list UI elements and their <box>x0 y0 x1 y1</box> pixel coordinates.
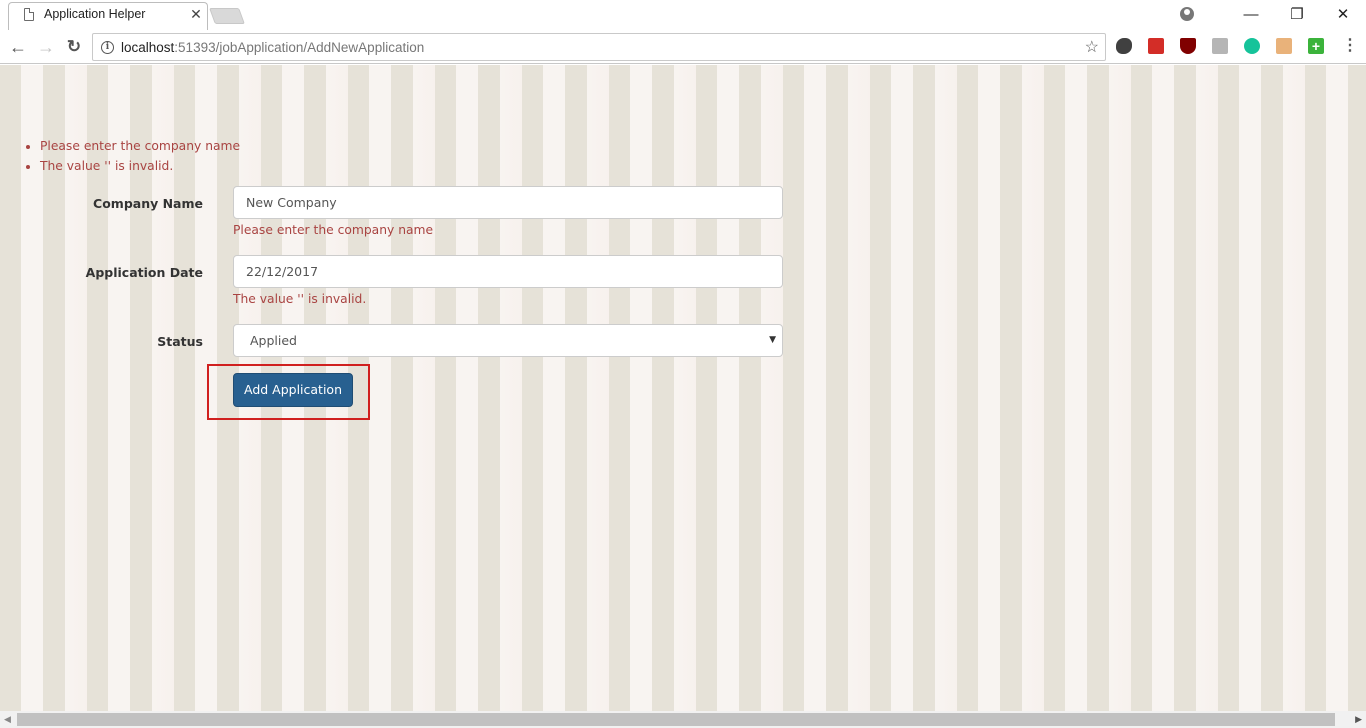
back-arrow-icon[interactable]: ← <box>6 35 30 59</box>
application-date-value: 22/12/2017 <box>246 264 319 279</box>
grey-extension-icon[interactable] <box>1212 38 1228 54</box>
horizontal-scrollbar[interactable]: ◀ ▶ <box>0 711 1366 728</box>
reload-icon[interactable]: ↻ <box>62 35 86 59</box>
status-select[interactable]: Applied ▼ <box>233 324 783 357</box>
scroll-left-arrow-icon[interactable]: ◀ <box>4 714 11 725</box>
validation-summary: Please enter the company name The value … <box>40 138 240 178</box>
url-host: localhost <box>121 39 175 55</box>
grammarly-icon[interactable] <box>1244 38 1260 54</box>
page-icon <box>24 7 34 21</box>
browser-tab-content[interactable]: Application Helper ✕ <box>24 0 204 28</box>
company-name-error: Please enter the company name <box>233 223 434 237</box>
url-path: :51393/jobApplication/AddNewApplication <box>174 39 425 55</box>
company-name-input[interactable]: New Company <box>233 186 783 219</box>
validation-summary-item: The value '' is invalid. <box>40 158 240 178</box>
bookmark-star-icon[interactable]: ☆ <box>1085 37 1099 57</box>
minimize-button[interactable]: — <box>1228 6 1274 23</box>
face-extension-icon[interactable] <box>1276 38 1292 54</box>
scrollbar-thumb[interactable] <box>17 713 1335 726</box>
page-content: Please enter the company name The value … <box>0 65 1366 711</box>
plus-extension-icon[interactable]: + <box>1308 38 1324 54</box>
info-icon[interactable]: i <box>101 40 114 54</box>
browser-menu-icon[interactable]: ⋮ <box>1342 36 1358 56</box>
tab-close-icon[interactable]: ✕ <box>188 6 204 23</box>
browser-titlebar: Application Helper ✕ — ❐ ✕ <box>0 0 1366 30</box>
url-text[interactable]: localhost:51393/jobApplication/AddNewApp… <box>121 40 424 55</box>
forward-arrow-icon[interactable]: → <box>34 35 58 59</box>
lastpass-icon[interactable] <box>1148 38 1164 54</box>
add-application-button[interactable]: Add Application <box>233 373 353 407</box>
new-tab-button[interactable] <box>209 8 245 24</box>
scroll-right-arrow-icon[interactable]: ▶ <box>1355 714 1362 725</box>
dropdown-arrow-icon[interactable]: ▼ <box>769 335 776 345</box>
profile-icon[interactable] <box>1180 7 1194 21</box>
evernote-icon[interactable] <box>1116 38 1132 54</box>
status-label: Status <box>157 334 203 349</box>
tab-title: Application Helper <box>44 7 146 21</box>
ublock-icon[interactable] <box>1180 38 1196 54</box>
close-window-button[interactable]: ✕ <box>1320 5 1366 23</box>
restore-button[interactable]: ❐ <box>1274 5 1320 23</box>
application-date-label: Application Date <box>85 265 203 280</box>
address-bar[interactable]: i localhost:51393/jobApplication/AddNewA… <box>92 33 1106 61</box>
application-date-error: The value '' is invalid. <box>233 292 367 306</box>
company-name-label: Company Name <box>93 196 203 211</box>
validation-summary-item: Please enter the company name <box>40 138 240 158</box>
window-controls: — ❐ ✕ <box>1180 0 1366 28</box>
application-date-input[interactable]: 22/12/2017 <box>233 255 783 288</box>
status-selected-value: Applied <box>250 333 297 348</box>
company-name-value: New Company <box>246 195 337 210</box>
